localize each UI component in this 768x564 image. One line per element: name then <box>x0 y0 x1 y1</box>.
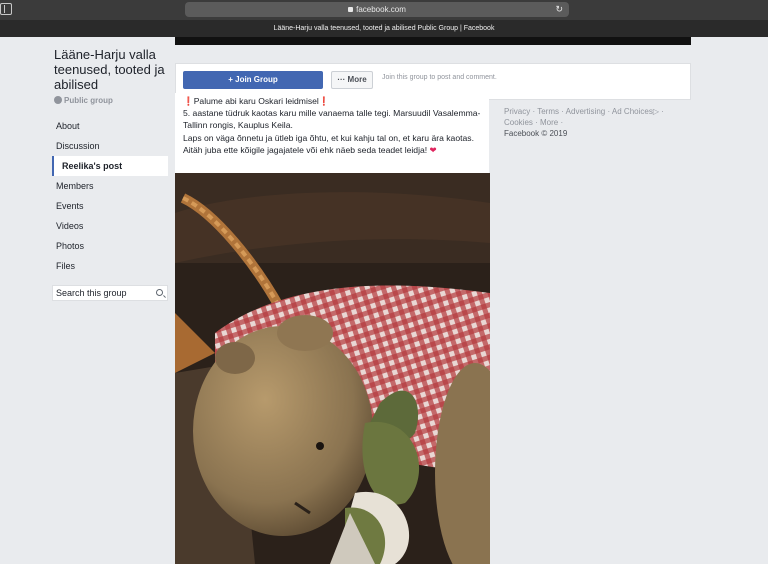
join-prompt: Join this group to post and comment. <box>382 74 497 81</box>
nav-item-photos[interactable]: Photos <box>52 236 168 256</box>
search-placeholder: Search this group <box>56 288 127 298</box>
more-button[interactable]: ··· More <box>331 71 373 89</box>
heart-icon: ❤ <box>429 144 437 155</box>
nav-item-files[interactable]: Files <box>52 256 168 276</box>
browser-tab[interactable]: Lääne-Harju valla teenused, tooted ja ab… <box>0 20 768 37</box>
footer-link-more[interactable]: More <box>540 118 558 127</box>
exclamation-icon: ❗ <box>183 96 194 106</box>
post-text: ❗Palume abi karu Oskari leidmisel❗ 5. aa… <box>175 93 489 173</box>
nav-item-about[interactable]: About <box>52 116 168 136</box>
exclamation-icon: ❗ <box>318 96 330 106</box>
footer-link-advertising[interactable]: Advertising <box>566 107 606 116</box>
join-group-button[interactable]: + Join Group <box>183 71 323 89</box>
footer-link-ad-choices[interactable]: Ad Choices <box>612 107 653 116</box>
group-nav: About Discussion Reelika's post Members … <box>52 116 168 276</box>
teddy-bear-image <box>175 173 490 564</box>
address-text: facebook.com <box>356 5 406 14</box>
group-title[interactable]: Lääne-Harju valla teenused, tooted ja ab… <box>54 47 172 92</box>
cover-photo <box>175 37 691 45</box>
post-line-4: Aitäh juba ette kõigile jagajatele või e… <box>183 144 481 156</box>
footer-copyright: Facebook © 2019 <box>504 129 568 138</box>
group-privacy: Public group <box>54 96 113 105</box>
browser-toolbar: facebook.com ↻ <box>0 0 768 20</box>
address-bar[interactable]: facebook.com ↻ <box>185 2 569 17</box>
post-line-1: ❗Palume abi karu Oskari leidmisel❗ <box>183 95 481 107</box>
ad-choices-icon: ▷ <box>652 107 659 116</box>
nav-item-discussion[interactable]: Discussion <box>52 136 168 156</box>
globe-icon <box>54 96 62 104</box>
post-line-2: 5. aastane tüdruk kaotas karu mille vana… <box>183 108 481 131</box>
reload-icon[interactable]: ↻ <box>555 2 563 17</box>
nav-item-videos[interactable]: Videos <box>52 216 168 236</box>
group-type-label: Public group <box>64 96 113 105</box>
lock-icon <box>348 7 354 12</box>
page-footer: Privacy · Terms · Advertising · Ad Choic… <box>504 106 690 139</box>
footer-link-cookies[interactable]: Cookies <box>504 118 533 127</box>
footer-link-privacy[interactable]: Privacy <box>504 107 530 116</box>
post-photo[interactable] <box>175 173 490 564</box>
tab-title: Lääne-Harju valla teenused, tooted ja ab… <box>273 25 495 32</box>
group-search-input[interactable]: Search this group <box>52 285 168 301</box>
sidebar-toggle-icon[interactable] <box>0 3 12 15</box>
nav-item-members[interactable]: Members <box>52 176 168 196</box>
post-line-3: Laps on väga õnnetu ja ütleb iga õhtu, e… <box>183 132 474 143</box>
search-icon[interactable] <box>156 289 163 296</box>
nav-item-events[interactable]: Events <box>52 196 168 216</box>
footer-link-terms[interactable]: Terms <box>537 107 559 116</box>
post-closing: Aitäh juba ette kõigile jagajatele või e… <box>183 144 428 155</box>
post-headline: Palume abi karu Oskari leidmisel <box>193 96 319 106</box>
nav-item-reelikas-post[interactable]: Reelika's post <box>52 156 168 176</box>
